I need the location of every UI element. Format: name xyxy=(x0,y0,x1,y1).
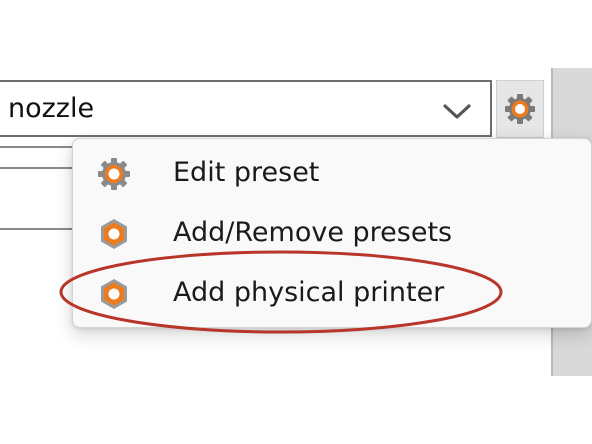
menu-item-add-physical-printer[interactable]: Add physical printer xyxy=(73,264,591,322)
menu-item-add-remove-presets[interactable]: Add/Remove presets xyxy=(73,204,591,262)
menu-item-label: Edit preset xyxy=(173,157,320,188)
menu-item-label: Add/Remove presets xyxy=(173,217,453,248)
menu-item-edit-preset[interactable]: Edit preset xyxy=(73,144,591,202)
hex-nut-icon xyxy=(101,219,127,249)
preset-context-menu: Edit preset Add/Remove presets Add physi… xyxy=(72,138,592,328)
gear-icon xyxy=(98,158,130,190)
menu-item-label: Add physical printer xyxy=(173,277,445,308)
printer-preset-combo[interactable]: nozzle xyxy=(0,80,492,137)
chevron-down-icon[interactable] xyxy=(442,101,472,121)
hex-nut-icon xyxy=(101,279,127,309)
edit-preset-gear-button[interactable] xyxy=(496,80,544,138)
printer-preset-value: nozzle xyxy=(8,93,95,124)
gear-icon xyxy=(505,94,535,124)
